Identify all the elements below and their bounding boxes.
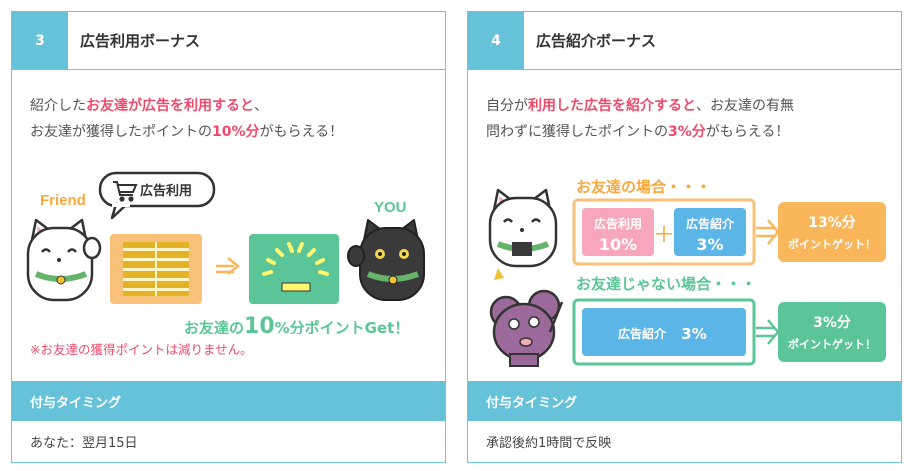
card-description: 紹介したお友達が広告を利用すると、 お友達が獲得したポイントの10%分がもらえる… [30, 93, 343, 145]
desc-text: お友達が獲得したポイントの [30, 124, 212, 140]
result-text: ポイントゲット！ [788, 337, 876, 351]
caption-text: ！ [394, 319, 409, 334]
box-label: 広告紹介 [686, 216, 735, 231]
desc-text: 問わずに獲得したポイントの [486, 124, 668, 140]
caption-text: お友達の [184, 319, 244, 334]
result-value: 3%分 [813, 315, 851, 331]
timing-header: 付与タイミング [12, 381, 445, 421]
caption-number: 10 [244, 314, 275, 334]
you-label: YOU [374, 199, 407, 216]
mouse-icon [489, 268, 564, 367]
box-value: 3% [681, 325, 706, 343]
ad-usage-illustration: Friend 広告利用 YOU お友達の10%分ポイントGet！ [26, 171, 425, 334]
bonus-card-ad-referral: 4 広告紹介ボーナス 自分が利用した広告を紹介すると、お友達の有無 問わずに獲得… [467, 11, 902, 463]
desc-text: 、 [254, 98, 268, 114]
result-box-13: 13%分 ポイントゲット！ [778, 202, 886, 262]
box-value: 3% [696, 235, 723, 254]
bonus-card-ad-usage: 3 広告利用ボーナス 紹介したお友達が広告を利用すると、 お友達が獲得したポイン… [11, 11, 446, 463]
desc-text: がもらえる！ [259, 124, 344, 140]
ad-referral-illustration: お友達の場合・・・ 広告利用 10% ＋ 広告紹介 3% 13%分 ポイントゲッ… [488, 178, 886, 367]
box-label: 広告紹介 [618, 326, 667, 341]
caption-text: %分ポイントGet [275, 319, 395, 334]
ad-referral-box-only: 広告紹介 3% [582, 308, 746, 356]
desc-text: 、お友達の有無 [696, 98, 794, 114]
plus-icon: ＋ [653, 223, 675, 248]
card-header: 4 広告紹介ボーナス [468, 12, 901, 70]
ad-referral-box: 広告紹介 3% [674, 208, 746, 256]
ad-usage-box: 広告利用 10% [582, 208, 654, 256]
case-friend-title: お友達の場合・・・ [576, 178, 711, 196]
result-box-3: 3%分 ポイントゲット！ [778, 302, 886, 362]
footnote: ※お友達の獲得ポイントは減りません。 [30, 342, 253, 357]
arrow-icon [756, 319, 780, 345]
speech-bubble: 広告利用 [98, 171, 216, 220]
desc-highlight: お友達が広告を利用すると [86, 98, 254, 114]
card-number: 3 [12, 12, 68, 69]
card-title: 広告紹介ボーナス [536, 32, 657, 50]
arrow-icon [216, 257, 241, 275]
result-text: ポイントゲット！ [788, 237, 876, 251]
white-cat-icon [26, 218, 102, 302]
black-cat-icon [347, 219, 425, 301]
case-nonfriend-title: お友達じゃない場合・・・ [576, 275, 756, 293]
desc-highlight: 3%分 [668, 124, 706, 140]
card-description: 自分が利用した広告を紹介すると、お友達の有無 問わずに獲得したポイントの3%分が… [486, 93, 794, 145]
card-number: 4 [468, 12, 524, 69]
card-header: 3 広告利用ボーナス [12, 12, 445, 70]
bubble-label: 広告利用 [140, 183, 192, 199]
timing-value: 承認後約1時間で反映 [486, 436, 612, 451]
get-caption: お友達の10%分ポイントGet！ [184, 314, 409, 334]
friend-label: Friend [40, 192, 86, 209]
box-label: 広告利用 [594, 216, 642, 231]
desc-text: がもらえる！ [705, 124, 790, 140]
white-cat-icon [488, 188, 558, 268]
arrow-icon [756, 219, 780, 245]
result-value: 13%分 [808, 215, 856, 231]
coins-icon [110, 234, 202, 304]
gauge-icon [249, 234, 339, 304]
desc-text: 自分が [486, 98, 528, 114]
card-title: 広告利用ボーナス [80, 32, 201, 50]
desc-text: 紹介した [30, 98, 86, 114]
desc-highlight: 10%分 [212, 124, 260, 140]
box-value: 10% [599, 235, 637, 254]
desc-highlight: 利用した広告を紹介すると [528, 98, 696, 114]
timing-value: あなた：翌月15日 [30, 436, 138, 451]
timing-header: 付与タイミング [468, 381, 901, 421]
